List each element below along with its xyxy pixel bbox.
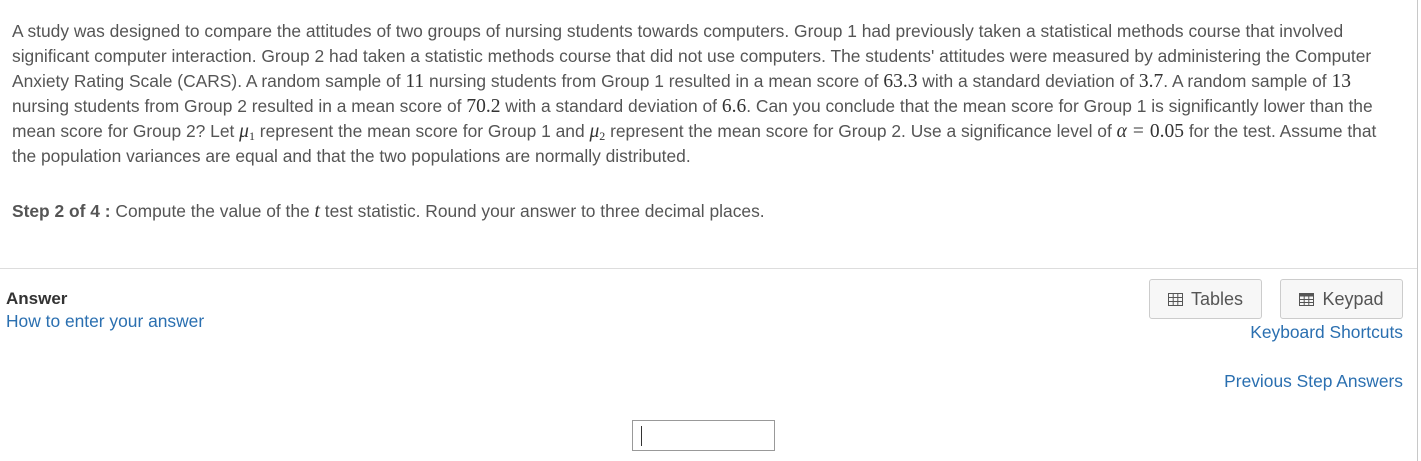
problem-statement: A study was designed to compare the atti… xyxy=(12,19,1402,169)
answer-input-field[interactable] xyxy=(632,420,775,451)
previous-step-answers-link[interactable]: Previous Step Answers xyxy=(1224,371,1403,392)
problem-text: . A random sample of xyxy=(1163,71,1332,91)
section-divider xyxy=(0,268,1417,269)
keyboard-shortcuts-link[interactable]: Keyboard Shortcuts xyxy=(1250,322,1403,343)
step-text: Compute the value of the xyxy=(110,201,315,221)
text-caret xyxy=(641,426,642,446)
table-grid-icon xyxy=(1167,292,1183,306)
tables-button[interactable]: Tables xyxy=(1149,279,1262,319)
group2-mean: 70.2 xyxy=(466,96,501,117)
alpha-value: 0.05 xyxy=(1149,121,1184,142)
answer-label: Answer xyxy=(6,289,68,308)
step-instruction: Step 2 of 4 : Compute the value of the t… xyxy=(12,199,765,224)
equals-sign: = xyxy=(1132,121,1144,142)
step-label: Step 2 of 4 : xyxy=(12,201,111,221)
problem-text: represent the mean score for Group 2. Us… xyxy=(605,121,1117,141)
step-text: test statistic. Round your answer to thr… xyxy=(319,201,765,221)
page-right-border xyxy=(1417,0,1418,461)
tables-button-label: Tables xyxy=(1190,288,1244,309)
mu2-symbol: μ2 xyxy=(589,121,606,143)
problem-text: nursing students from Group 2 resulted i… xyxy=(12,96,467,116)
group2-sample-size: 13 xyxy=(1331,71,1351,92)
problem-text: with a standard deviation of xyxy=(500,96,722,116)
keypad-button[interactable]: Keypad xyxy=(1280,279,1403,319)
problem-text: nursing students from Group 1 resulted i… xyxy=(424,71,884,91)
group1-sd: 3.7 xyxy=(1138,71,1164,92)
keypad-button-label: Keypad xyxy=(1322,288,1384,309)
mu1-symbol: μ1 xyxy=(239,121,255,143)
group1-mean: 63.3 xyxy=(883,71,918,92)
group2-sd: 6.6 xyxy=(721,96,747,117)
problem-text: with a standard deviation of xyxy=(917,71,1139,91)
keypad-grid-icon xyxy=(1299,292,1315,306)
problem-text: represent the mean score for Group 1 and xyxy=(254,121,590,141)
group1-sample-size: 11 xyxy=(405,71,425,92)
alpha-symbol: α xyxy=(1116,121,1127,142)
how-to-enter-answer-link[interactable]: How to enter your answer xyxy=(6,311,204,332)
